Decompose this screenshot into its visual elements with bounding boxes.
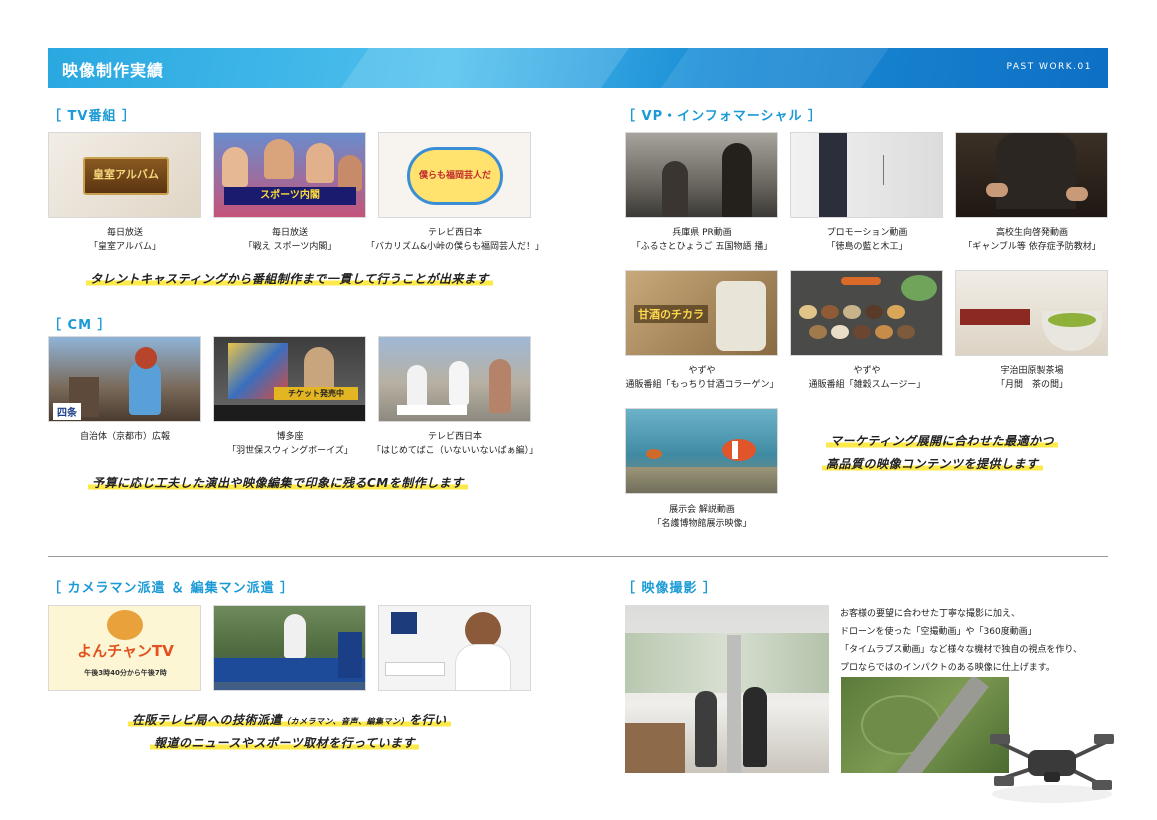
page-title: 映像制作実績	[62, 61, 165, 80]
camera-thumb-1-sub: 午後3時40分から午後7時	[84, 669, 167, 677]
camera-tagline-2: 報道のニュースやスポーツ取材を行っています	[150, 734, 420, 751]
tv-thumb-1-text: 皇室アルバム	[93, 168, 159, 181]
vp-caption-1: 兵庫県 PR動画 「ふるさとひょうご 五国物語 播」	[631, 228, 773, 252]
vp-thumb-4: 甘酒のチカラ	[625, 270, 778, 356]
vp-tagline-2: 高品質の映像コンテンツを提供します	[822, 455, 1043, 472]
camera-thumb-3	[378, 605, 531, 691]
vp-thumb-6	[955, 270, 1108, 356]
tv-tagline: タレントキャスティングから番組制作まで一貫して行うことが出来ます	[86, 270, 493, 287]
vp-caption-2: プロモーション動画 「徳島の藍と木工」	[826, 228, 908, 252]
vp-thumb-4-text: 甘酒のチカラ	[634, 305, 708, 323]
tv-caption-3: テレビ西日本 「バカリズム&小峠の僕らも福岡芸人だ！」	[365, 228, 545, 252]
vp-thumb-2	[790, 132, 943, 218]
cm-caption-1: 自治体（京都市）広報	[79, 432, 170, 442]
vp-tagline-1: マーケティング展開に合わせた最適かつ	[826, 432, 1059, 449]
cm-thumb-2: チケット発売中	[213, 336, 366, 422]
tv-thumb-3: 僕らも福岡芸人だ	[378, 132, 531, 218]
shooting-description: お客様の要望に合わせた丁寧な撮影に加え、 ドローンを使った「空撮動画」や「360…	[840, 609, 1083, 673]
tv-thumb-2-text: スポーツ内閣	[224, 187, 356, 205]
tv-caption-1: 毎日放送 「皇室アルバム」	[89, 228, 161, 252]
section-label-shooting: ［ 映像撮影 ］	[622, 581, 718, 596]
camera-tagline-1: 在阪テレビ局への技術派遣（カメラマン、音声、編集マン）を行い	[128, 711, 451, 728]
header-banner: 映像制作実績 PAST WORK.01	[48, 48, 1108, 88]
camera-thumb-1-title: よんチャンTV	[77, 642, 174, 660]
cm-thumb-1-text: 四条	[53, 403, 81, 420]
vp-caption-6: 宇治田原製茶場 「月間 茶の間」	[995, 366, 1068, 390]
camera-thumb-1: よんチャンTV 午後3時40分から午後7時	[48, 605, 201, 691]
page-label: PAST WORK.01	[1006, 62, 1092, 72]
tv-thumb-1: 皇室アルバム	[48, 132, 201, 218]
drone-icon	[990, 734, 1114, 803]
vp-caption-3: 高校生向啓発動画 「ギャンブル等 依存症予防教材」	[963, 228, 1101, 252]
vp-caption-5: やずや 通販番組「雑穀スムージー」	[808, 366, 926, 390]
shooting-photo	[625, 605, 829, 773]
section-divider	[48, 556, 1108, 557]
vp-caption-4: やずや 通販番組「もっちり甘酒コラーゲン」	[625, 366, 779, 390]
cm-thumb-1: 四条	[48, 336, 201, 422]
camera-thumb-2	[213, 605, 366, 691]
vp-thumb-1	[625, 132, 778, 218]
tv-caption-2: 毎日放送 「戦え スポーツ内閣」	[243, 228, 337, 252]
cm-thumb-2-text: チケット発売中	[274, 387, 358, 400]
tv-thumb-2: スポーツ内閣	[213, 132, 366, 218]
cm-caption-2: 博多座 「羽世保スウィングボーイズ」	[227, 432, 353, 456]
cm-thumb-3	[378, 336, 531, 422]
section-label-tv: ［ TV番組 ］	[48, 109, 136, 124]
vp-thumb-7	[625, 408, 778, 494]
section-label-cm: ［ CM ］	[48, 318, 112, 333]
cm-caption-3: テレビ西日本 「はじめてばこ（いないいないばぁ編）」	[371, 432, 539, 456]
vp-caption-7: 展示会 解説動画 「名護博物館展示映像」	[652, 505, 752, 529]
cm-tagline: 予算に応じ工夫した演出や映像編集で印象に残るCMを制作します	[88, 474, 468, 491]
tv-thumb-3-text: 僕らも福岡芸人だ	[418, 171, 491, 181]
section-label-camera: ［ カメラマン派遣 ＆ 編集マン派遣 ］	[48, 581, 295, 596]
vp-thumb-3	[955, 132, 1108, 218]
section-label-vp: ［ VP・インフォマーシャル ］	[622, 109, 822, 124]
vp-thumb-5	[790, 270, 943, 356]
